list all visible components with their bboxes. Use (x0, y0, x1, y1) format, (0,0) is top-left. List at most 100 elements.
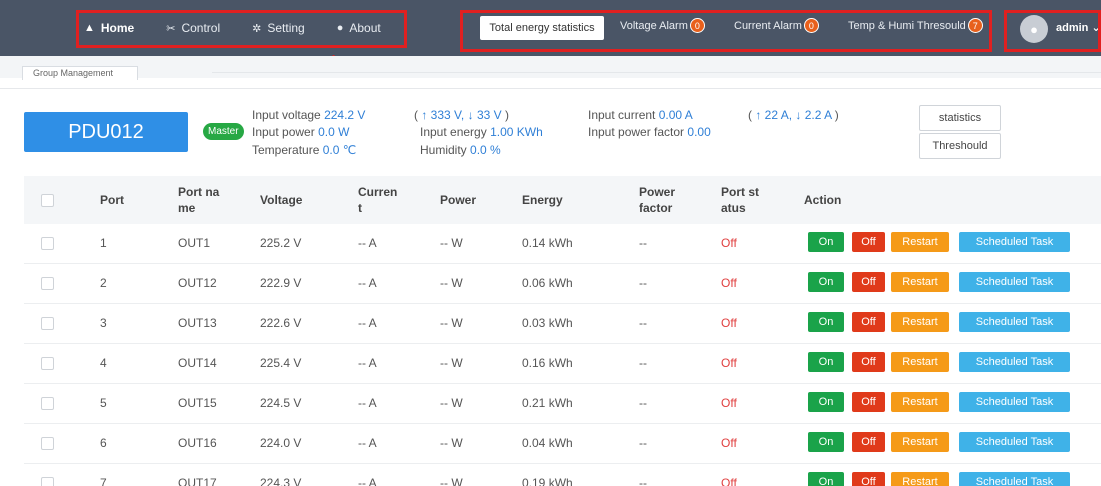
table-header: Port Port na me Voltage Curren t Power E… (24, 176, 1101, 224)
row-port-status: Off (721, 276, 737, 290)
annotation-box-3 (1004, 10, 1101, 52)
input-voltage-info: Input voltage 224.2 V (252, 108, 365, 122)
input-power-info: Input power 0.0 W (252, 125, 349, 139)
voltage-range-info: ( ↑ 333 V, ↓ 33 V ) (414, 108, 509, 122)
header-current-line1: Curren (358, 185, 398, 199)
row-checkbox[interactable] (41, 397, 54, 410)
input-pf-label: Input power factor (588, 125, 685, 139)
restart-button[interactable]: Restart (891, 272, 949, 292)
current-range-close: ) (834, 108, 839, 122)
statistics-button[interactable]: statistics (919, 105, 1001, 131)
scheduled-task-button[interactable]: Scheduled Task (959, 392, 1070, 412)
on-button[interactable]: On (808, 472, 844, 486)
restart-button[interactable]: Restart (891, 432, 949, 452)
table-row: 7 OUT17 224.3 V -- A -- W 0.19 kWh -- Of… (24, 464, 1101, 486)
table-row: 5 OUT15 224.5 V -- A -- W 0.21 kWh -- Of… (24, 384, 1101, 424)
humidity-value: 0.0 % (470, 143, 501, 157)
current-upper-limit: ↑ 22 A, (755, 108, 793, 122)
scheduled-task-button[interactable]: Scheduled Task (959, 352, 1070, 372)
header-port-status: Port st atus (721, 184, 759, 216)
header-current: Curren t (358, 184, 397, 216)
scheduled-task-button[interactable]: Scheduled Task (959, 432, 1070, 452)
row-checkbox[interactable] (41, 277, 54, 290)
table-row: 3 OUT13 222.6 V -- A -- W 0.03 kWh -- Of… (24, 304, 1101, 344)
row-power: -- W (440, 396, 463, 410)
header-power-factor-line1: Power (639, 185, 676, 199)
voltage-range-open: ( (414, 108, 418, 122)
header-port-status-line1: Port st (721, 185, 760, 199)
pdu-name-button[interactable]: PDU012 (24, 112, 188, 152)
row-port-status: Off (721, 396, 737, 410)
restart-button[interactable]: Restart (891, 352, 949, 372)
off-button[interactable]: Off (852, 312, 885, 332)
row-voltage: 224.5 V (260, 396, 302, 410)
on-button[interactable]: On (808, 232, 844, 252)
row-checkbox[interactable] (41, 437, 54, 450)
off-button[interactable]: Off (852, 432, 885, 452)
on-button[interactable]: On (808, 432, 844, 452)
off-button[interactable]: Off (852, 352, 885, 372)
row-power: -- W (440, 436, 463, 450)
off-button[interactable]: Off (852, 472, 885, 486)
row-checkbox[interactable] (41, 357, 54, 370)
table-row: 1 OUT1 225.2 V -- A -- W 0.14 kWh -- Off… (24, 224, 1101, 264)
current-range-info: ( ↑ 22 A, ↓ 2.2 A ) (748, 108, 839, 122)
restart-button[interactable]: Restart (891, 232, 949, 252)
scheduled-task-button[interactable]: Scheduled Task (959, 232, 1070, 252)
row-voltage: 224.0 V (260, 436, 302, 450)
row-port: 1 (100, 236, 107, 250)
scheduled-task-button[interactable]: Scheduled Task (959, 272, 1070, 292)
on-button[interactable]: On (808, 352, 844, 372)
row-energy: 0.16 kWh (522, 356, 573, 370)
input-energy-value: 1.00 KWh (490, 125, 543, 139)
row-port-name: OUT12 (178, 276, 217, 290)
row-power-factor: -- (639, 276, 647, 290)
current-range-open: ( (748, 108, 752, 122)
restart-button[interactable]: Restart (891, 312, 949, 332)
group-management-tab[interactable]: Group Management (22, 66, 138, 80)
row-power: -- W (440, 276, 463, 290)
header-energy: Energy (522, 193, 563, 207)
on-button[interactable]: On (808, 272, 844, 292)
row-port: 7 (100, 476, 107, 486)
row-current: -- A (358, 476, 377, 486)
input-energy-label: Input energy (420, 125, 487, 139)
input-pf-value: 0.00 (687, 125, 711, 139)
row-checkbox[interactable] (41, 237, 54, 250)
header-port: Port (100, 193, 124, 207)
row-port: 5 (100, 396, 107, 410)
header-port-name: Port na me (178, 184, 219, 216)
header-port-name-line1: Port na (178, 185, 220, 199)
on-button[interactable]: On (808, 312, 844, 332)
row-current: -- A (358, 356, 377, 370)
row-current: -- A (358, 316, 377, 330)
temperature-label: Temperature (252, 143, 320, 157)
voltage-range-close: ) (505, 108, 509, 122)
row-power-factor: -- (639, 436, 647, 450)
row-port-status: Off (721, 436, 737, 450)
select-all-checkbox[interactable] (41, 194, 54, 207)
row-checkbox[interactable] (41, 477, 54, 486)
row-port-name: OUT15 (178, 396, 217, 410)
off-button[interactable]: Off (852, 392, 885, 412)
row-voltage: 222.9 V (260, 276, 302, 290)
row-checkbox[interactable] (41, 317, 54, 330)
row-port-name: OUT13 (178, 316, 217, 330)
on-button[interactable]: On (808, 392, 844, 412)
row-voltage: 225.2 V (260, 236, 302, 250)
current-lower-limit: ↓ 2.2 A (795, 108, 832, 122)
threshold-button[interactable]: Threshould (919, 133, 1001, 159)
off-button[interactable]: Off (852, 272, 885, 292)
row-power-factor: -- (639, 236, 647, 250)
header-action: Action (804, 193, 842, 207)
off-button[interactable]: Off (852, 232, 885, 252)
row-port-name: OUT14 (178, 356, 217, 370)
row-power-factor: -- (639, 396, 647, 410)
scheduled-task-button[interactable]: Scheduled Task (959, 312, 1070, 332)
row-energy: 0.04 kWh (522, 436, 573, 450)
scheduled-task-button[interactable]: Scheduled Task (959, 472, 1070, 486)
restart-button[interactable]: Restart (891, 472, 949, 486)
restart-button[interactable]: Restart (891, 392, 949, 412)
master-badge: Master (203, 123, 244, 140)
input-energy-info: Input energy 1.00 KWh (420, 125, 543, 139)
